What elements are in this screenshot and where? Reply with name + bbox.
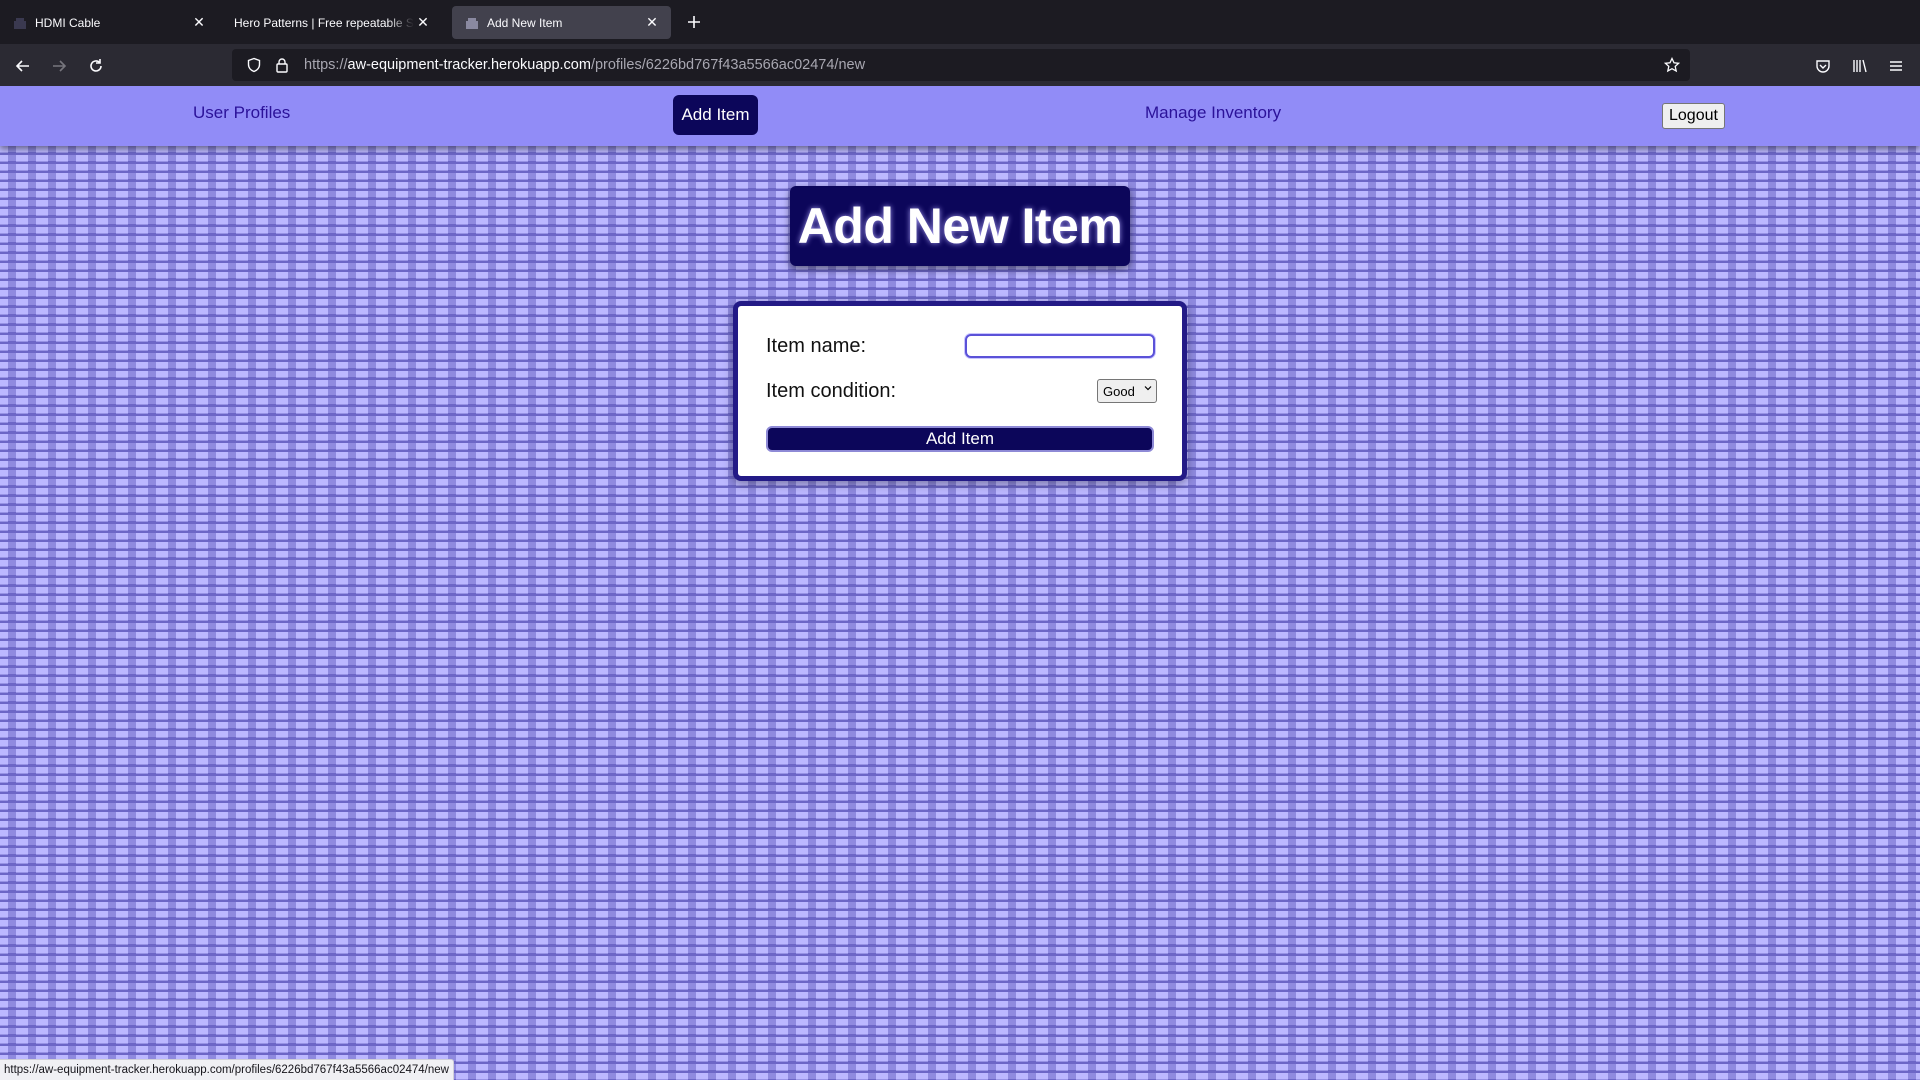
browser-tab-hero-patterns[interactable]: Hero Patterns | Free repeatable SVG back… [222, 6, 442, 39]
browser-tab-bar: HDMI Cable ✕ Hero Patterns | Free repeat… [0, 0, 1920, 44]
forward-arrow-icon[interactable] [45, 52, 73, 80]
lock-icon[interactable] [272, 55, 292, 75]
page-title: Add New Item [790, 186, 1130, 266]
bookmark-star-icon[interactable] [1662, 55, 1682, 75]
back-arrow-icon[interactable] [9, 52, 37, 80]
url-path: /profiles/6226bd767f43a5566ac02474/new [590, 57, 866, 73]
pocket-icon[interactable] [1809, 52, 1837, 80]
close-tab-icon[interactable]: ✕ [643, 14, 661, 32]
url-bar[interactable]: https://aw-equipment-tracker.herokuapp.c… [232, 49, 1690, 81]
tab-title: Hero Patterns | Free repeatable SVG back… [234, 15, 414, 30]
chevron-down-icon [1144, 384, 1152, 395]
shield-icon[interactable] [244, 55, 264, 75]
item-condition-label: Item condition: [766, 380, 897, 402]
app-favicon-icon [464, 15, 480, 31]
browser-toolbar: https://aw-equipment-tracker.herokuapp.c… [0, 44, 1920, 86]
browser-tab-hdmi-cable[interactable]: HDMI Cable ✕ [0, 6, 218, 39]
nav-link-add-item[interactable]: Add Item [673, 95, 758, 135]
status-bar-link-preview: https://aw-equipment-tracker.herokuapp.c… [0, 1059, 454, 1080]
tab-title: HDMI Cable [35, 15, 101, 30]
hamburger-menu-icon[interactable] [1882, 52, 1910, 80]
tab-title: Add New Item [487, 15, 563, 30]
close-tab-icon[interactable]: ✕ [414, 14, 432, 32]
nav-link-manage-inventory[interactable]: Manage Inventory [1145, 103, 1281, 123]
close-tab-icon[interactable]: ✕ [190, 14, 208, 32]
url-scheme: https:// [304, 57, 348, 73]
reload-icon[interactable] [82, 52, 110, 80]
item-name-input[interactable] [965, 334, 1155, 358]
add-item-submit-button[interactable]: Add Item [766, 426, 1154, 452]
page-viewport: User Profiles Add Item Manage Inventory … [0, 86, 1920, 1080]
new-tab-icon[interactable] [682, 10, 706, 34]
site-navbar: User Profiles Add Item Manage Inventory … [0, 86, 1920, 146]
add-item-form: Item name: Item condition: Good Add Item [733, 301, 1187, 481]
item-condition-select[interactable]: Good [1097, 379, 1157, 403]
browser-tab-add-new-item[interactable]: Add New Item ✕ [452, 6, 671, 39]
item-name-label: Item name: [766, 335, 867, 357]
library-icon[interactable] [1846, 52, 1874, 80]
logout-button[interactable]: Logout [1662, 103, 1725, 129]
url-text[interactable]: https://aw-equipment-tracker.herokuapp.c… [304, 57, 865, 73]
nav-link-user-profiles[interactable]: User Profiles [193, 103, 290, 123]
url-host: aw-equipment-tracker.herokuapp.com [347, 57, 591, 73]
item-condition-value: Good [1103, 383, 1135, 399]
app-favicon-icon [12, 15, 28, 31]
